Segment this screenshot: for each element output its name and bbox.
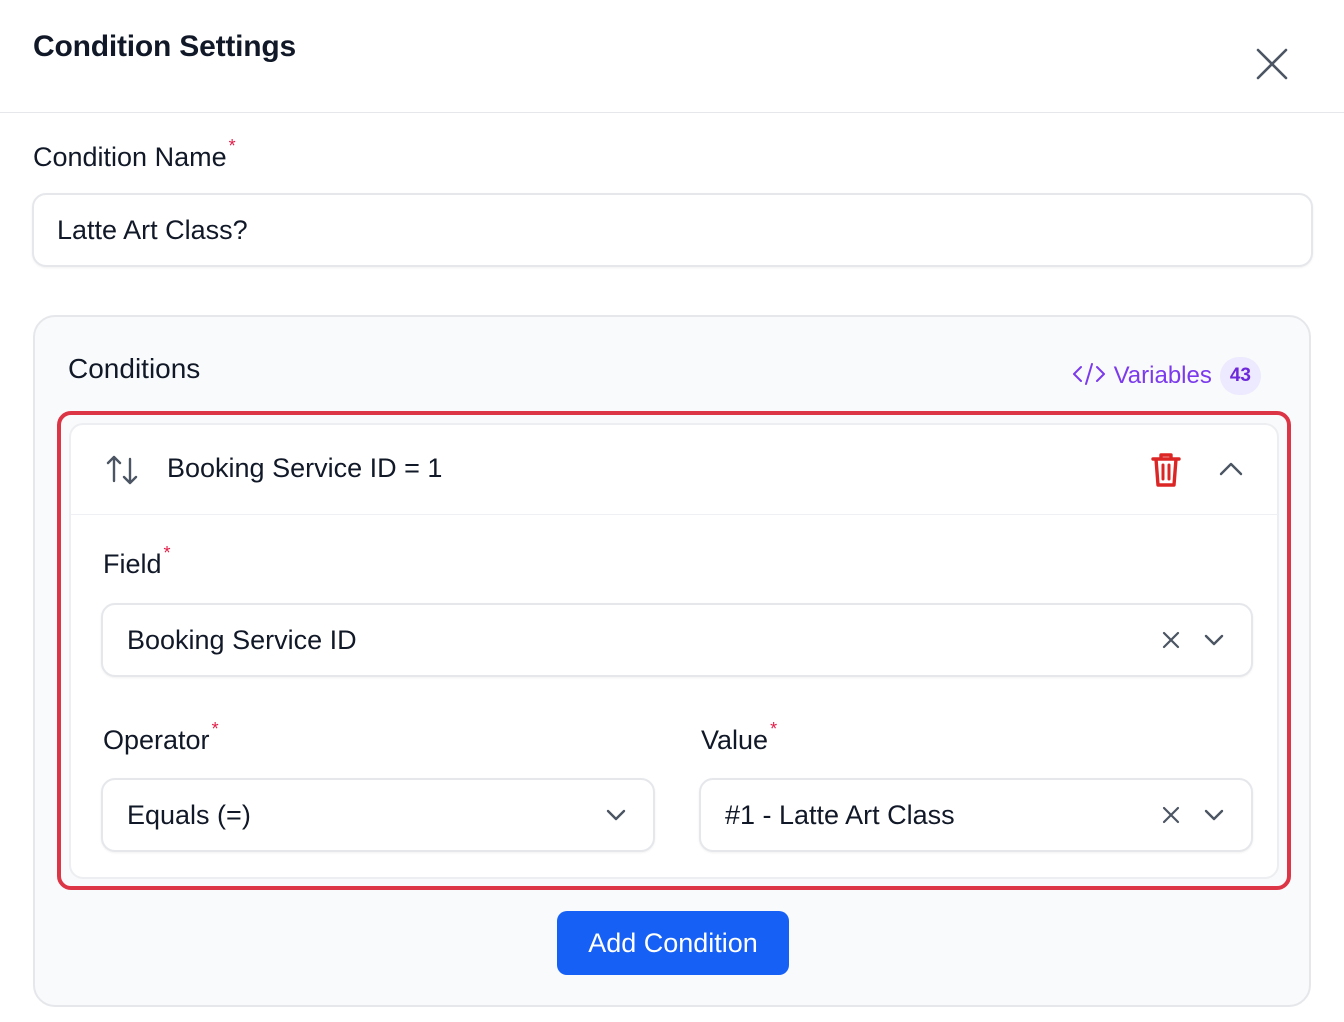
value-select[interactable]: #1 - Latte Art Class	[699, 778, 1253, 852]
condition-name-label: Condition Name *	[33, 136, 236, 173]
trash-icon[interactable]	[1149, 451, 1183, 489]
chevron-down-icon[interactable]	[1201, 627, 1227, 653]
required-asterisk: *	[228, 136, 236, 156]
operator-label: Operator *	[103, 719, 219, 756]
chevron-down-icon[interactable]	[603, 802, 629, 828]
field-label-text: Field	[103, 549, 162, 579]
conditions-panel: Conditions Variables 43 Booking Service …	[33, 315, 1311, 1007]
value-label: Value *	[701, 719, 777, 756]
modal-title: Condition Settings	[33, 30, 297, 63]
condition-highlight: Booking Service ID = 1 Field * Booking Se…	[57, 411, 1291, 890]
operator-select[interactable]: Equals (=)	[101, 778, 655, 852]
condition-summary: Booking Service ID = 1	[167, 453, 443, 483]
field-label: Field *	[103, 543, 171, 580]
field-select[interactable]: Booking Service ID	[101, 603, 1253, 677]
chevron-up-icon[interactable]	[1215, 453, 1247, 485]
close-icon[interactable]	[1252, 44, 1292, 84]
condition-name-value: Latte Art Class?	[57, 214, 248, 245]
chevron-down-icon[interactable]	[1201, 802, 1227, 828]
field-select-value: Booking Service ID	[127, 624, 357, 655]
add-condition-button[interactable]: Add Condition	[557, 911, 789, 975]
conditions-heading: Conditions	[68, 353, 201, 384]
variables-count-badge: 43	[1219, 357, 1261, 395]
operator-select-value: Equals (=)	[127, 799, 251, 830]
required-asterisk: *	[211, 719, 219, 739]
value-label-text: Value	[701, 725, 769, 755]
required-asterisk: *	[770, 719, 778, 739]
condition-card-header[interactable]: Booking Service ID = 1	[71, 425, 1277, 515]
variables-button[interactable]: Variables 43	[1072, 357, 1261, 395]
required-asterisk: *	[163, 543, 171, 563]
operator-label-text: Operator	[103, 725, 210, 755]
value-select-value: #1 - Latte Art Class	[725, 799, 955, 830]
modal-header: Condition Settings	[0, 0, 1344, 113]
code-icon	[1072, 361, 1106, 392]
clear-x-icon[interactable]	[1159, 628, 1183, 652]
clear-x-icon[interactable]	[1159, 803, 1183, 827]
condition-name-input[interactable]: Latte Art Class?	[32, 193, 1313, 267]
variables-label: Variables	[1113, 362, 1212, 389]
condition-name-label-text: Condition Name	[33, 142, 227, 172]
condition-card: Booking Service ID = 1 Field * Booking Se…	[69, 423, 1279, 879]
sort-arrows-icon[interactable]	[103, 451, 141, 489]
